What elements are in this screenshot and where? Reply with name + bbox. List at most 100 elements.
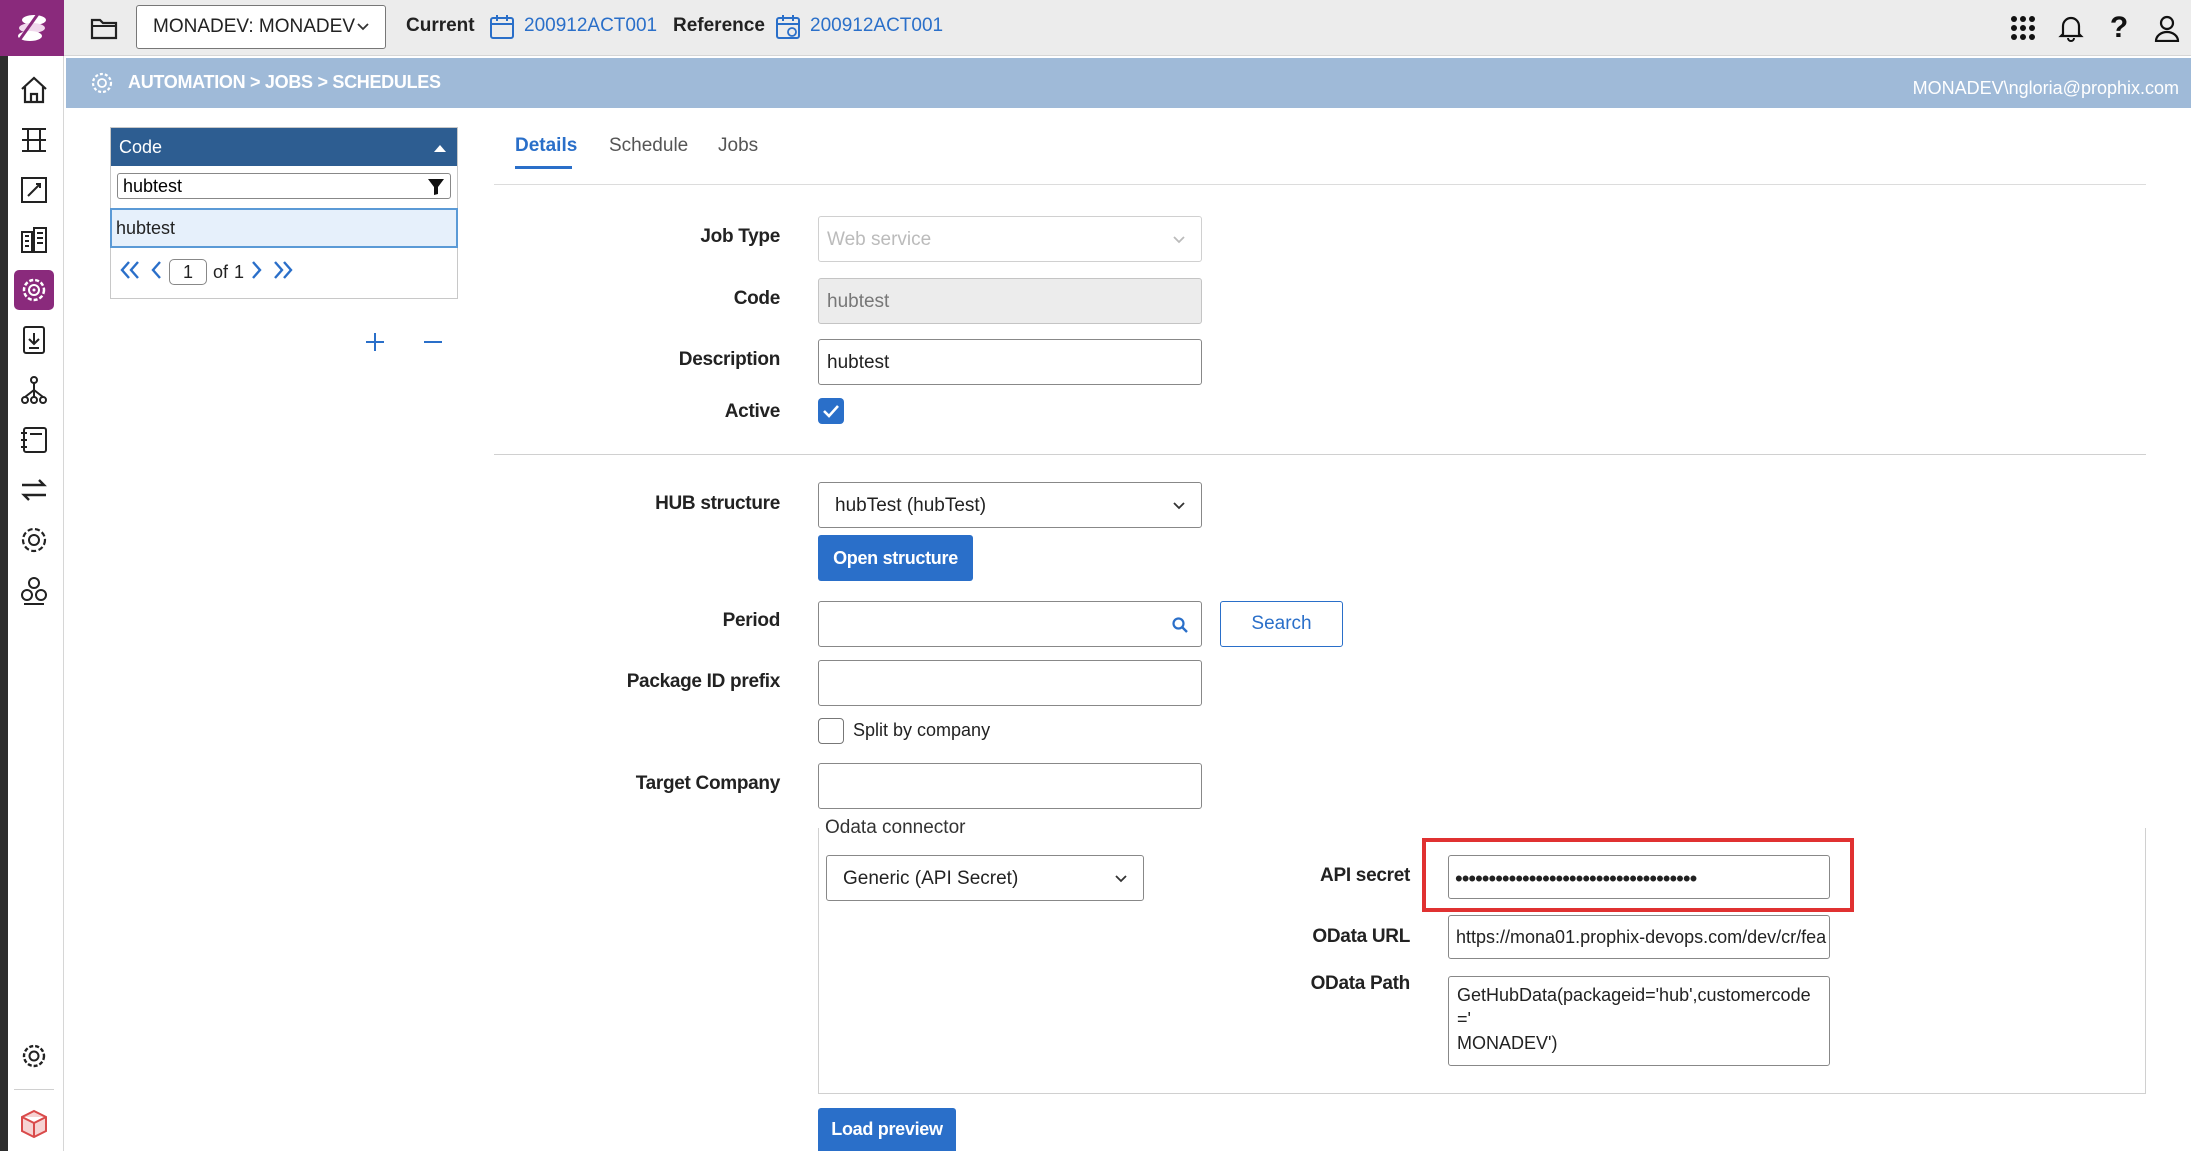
settings-group-icon[interactable] <box>14 520 54 560</box>
help-icon[interactable]: ? <box>2095 4 2143 52</box>
document-download-icon[interactable] <box>14 320 54 360</box>
job-type-value: Web service <box>827 229 932 250</box>
reference-label: Reference <box>673 15 765 36</box>
job-type-label: Job Type <box>700 226 780 247</box>
apps-grid-icon[interactable] <box>1999 4 2047 52</box>
folder-icon[interactable] <box>88 12 120 44</box>
job-type-select: Web service <box>818 216 1202 262</box>
gear-icon[interactable] <box>14 1036 54 1076</box>
grid-pager: 1 of 1 <box>111 248 457 296</box>
add-schedule-button[interactable] <box>364 329 386 359</box>
active-label: Active <box>724 401 781 422</box>
tab-divider <box>494 184 2146 185</box>
chevron-down-icon <box>1173 236 1185 244</box>
hub-structure-select[interactable]: hubTest (hubTest) <box>818 482 1202 528</box>
prev-page-icon[interactable] <box>149 260 163 285</box>
hub-structure-value: hubTest (hubTest) <box>835 495 987 516</box>
period-field[interactable] <box>818 601 1202 647</box>
search-icon[interactable] <box>1171 616 1189 634</box>
connector-type-value: Generic (API Secret) <box>843 868 1019 889</box>
automation-icon[interactable] <box>14 270 54 310</box>
target-company-field[interactable] <box>818 763 1202 809</box>
open-structure-button[interactable]: Open structure <box>818 535 973 581</box>
workflow-icon[interactable] <box>14 570 54 610</box>
api-secret-label: API secret <box>1320 865 1410 886</box>
active-tab-indicator <box>515 166 572 169</box>
page-total: 1 <box>234 261 245 282</box>
next-page-icon[interactable] <box>250 260 264 285</box>
cube-icon[interactable] <box>14 1104 54 1144</box>
notebook-icon[interactable] <box>14 420 54 460</box>
load-preview-button[interactable]: Load preview <box>818 1108 956 1151</box>
split-by-company-checkbox[interactable] <box>818 718 844 744</box>
last-page-icon[interactable] <box>270 260 294 285</box>
page-of-label: of <box>213 261 229 282</box>
odata-path-label: OData Path <box>1310 973 1411 994</box>
grid-column-header[interactable]: Code <box>111 128 457 166</box>
period-label: Period <box>722 610 781 631</box>
package-id-prefix-field[interactable] <box>818 660 1202 706</box>
environment-value: MONADEV: MONADEV <box>153 16 355 37</box>
transfer-icon[interactable] <box>14 470 54 510</box>
chevron-down-icon <box>1173 502 1185 510</box>
description-field[interactable]: hubtest <box>818 339 1202 385</box>
current-label: Current <box>406 15 475 36</box>
code-filter-input[interactable] <box>117 173 451 199</box>
schedule-list-grid: Code hubtest 1 of 1 <box>110 127 458 299</box>
code-label: Code <box>733 288 781 309</box>
tab-jobs[interactable]: Jobs <box>718 135 758 157</box>
calendar-compare-icon[interactable] <box>774 13 802 41</box>
odata-connector-title: Odata connector <box>825 817 970 839</box>
breadcrumb-bar: AUTOMATION > JOBS > SCHEDULES MONADEV\ng… <box>66 58 2191 108</box>
sort-up-icon <box>434 145 446 152</box>
page-number-input[interactable]: 1 <box>169 259 207 285</box>
package-id-prefix-label: Package ID prefix <box>626 671 781 692</box>
filter-icon[interactable] <box>427 178 445 196</box>
current-period-link[interactable]: 200912ACT001 <box>524 15 657 37</box>
odata-url-field[interactable]: https://mona01.prophix-devops.com/dev/cr… <box>1448 915 1830 959</box>
structure-icon[interactable] <box>14 120 54 160</box>
tab-schedule[interactable]: Schedule <box>609 135 688 157</box>
reference-period-link[interactable]: 200912ACT001 <box>810 15 943 37</box>
user-account: MONADEV\ngloria@prophix.com <box>1912 78 2179 98</box>
search-button[interactable]: Search <box>1220 601 1343 647</box>
home-icon[interactable] <box>14 70 54 110</box>
odata-url-label: OData URL <box>1312 926 1410 947</box>
description-label: Description <box>678 349 781 370</box>
environment-select[interactable]: MONADEV: MONADEV <box>136 5 386 49</box>
buildings-icon[interactable] <box>14 220 54 260</box>
hub-structure-label: HUB structure <box>655 493 780 514</box>
code-column-label: Code <box>119 137 163 157</box>
split-by-company-label: Split by company <box>853 720 991 740</box>
logo-icon <box>16 13 46 43</box>
bell-icon[interactable] <box>2047 4 2095 52</box>
chevron-down-icon <box>357 23 369 31</box>
app-logo[interactable] <box>0 0 64 56</box>
calendar-icon[interactable] <box>488 13 516 41</box>
section-divider <box>494 454 2146 455</box>
highlight-box <box>1422 838 1854 912</box>
plus-icon <box>366 333 384 351</box>
breadcrumb[interactable]: AUTOMATION > JOBS > SCHEDULES <box>128 72 441 93</box>
minus-icon <box>424 341 442 343</box>
top-bar: MONADEV: MONADEV Current 200912ACT001 Re… <box>0 0 2191 56</box>
filter-row <box>111 166 457 208</box>
edit-sheet-icon[interactable] <box>14 170 54 210</box>
table-row[interactable]: hubtest <box>110 208 458 248</box>
hierarchy-icon[interactable] <box>14 370 54 410</box>
remove-schedule-button[interactable] <box>422 329 444 359</box>
chevron-down-icon <box>1115 875 1127 883</box>
nav-edge <box>0 56 8 1151</box>
tab-details[interactable]: Details <box>515 135 577 157</box>
first-page-icon[interactable] <box>119 260 143 285</box>
automation-small-icon <box>91 72 113 94</box>
user-icon[interactable] <box>2143 4 2191 52</box>
odata-path-field[interactable]: GetHubData(packageid='hub',customercode=… <box>1448 976 1830 1066</box>
connector-type-select[interactable]: Generic (API Secret) <box>826 855 1144 901</box>
checkmark-icon <box>823 405 839 418</box>
left-navigation <box>0 56 64 1151</box>
target-company-label: Target Company <box>635 773 781 794</box>
code-field: hubtest <box>818 278 1202 324</box>
active-checkbox[interactable] <box>818 398 844 424</box>
nav-divider <box>14 1089 54 1090</box>
